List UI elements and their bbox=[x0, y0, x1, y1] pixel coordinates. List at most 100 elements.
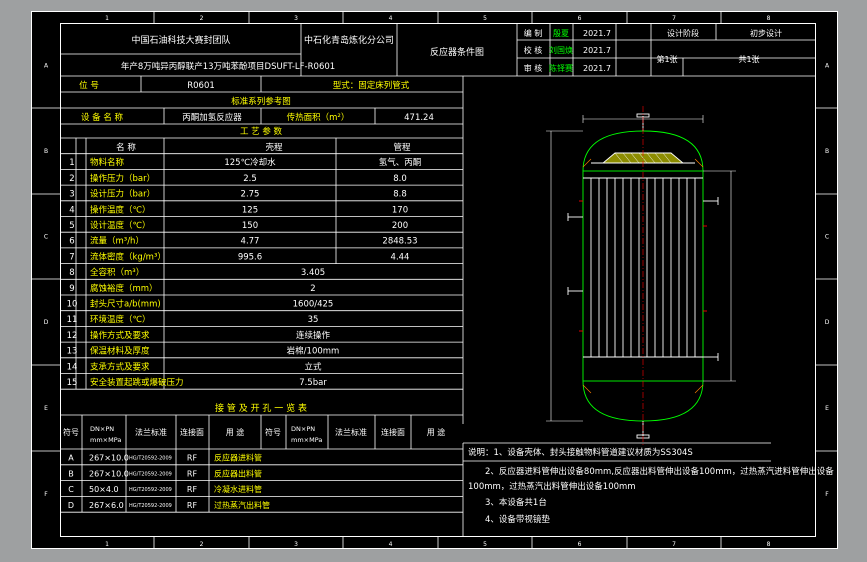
row-label-left: D bbox=[44, 319, 49, 326]
col-label-top: 3 bbox=[294, 15, 298, 22]
nozzle-hdr-use: 用 途 bbox=[226, 427, 245, 437]
row-label-left: E bbox=[44, 405, 48, 412]
spec-row-no: 3 bbox=[69, 190, 74, 200]
nozzle-hdr-code: 符号 bbox=[63, 427, 79, 437]
row-label-left: B bbox=[44, 148, 48, 155]
name-reviewer: 陈铎赛 bbox=[549, 63, 573, 73]
col-label-bottom: 8 bbox=[767, 541, 771, 548]
col-name-header: 名 称 bbox=[116, 142, 136, 153]
spec-row-name: 腐蚀裕度（mm） bbox=[90, 283, 158, 294]
spec-row-no: 14 bbox=[67, 362, 78, 372]
nozzle-hdr-dn-2: DN×PN bbox=[291, 425, 315, 433]
row-label-right: E bbox=[825, 405, 829, 412]
spec-row-name: 流量（m³/h） bbox=[90, 236, 144, 247]
nozzle-dn: 267×10.0 bbox=[89, 469, 129, 478]
row-label-right: D bbox=[825, 319, 830, 326]
nozzle-std: HG/T20592-2009 bbox=[129, 456, 172, 462]
company-name: 中石化青岛炼化分公司 bbox=[304, 34, 394, 46]
nozzle-hdr-unit-2: mm×MPa bbox=[291, 436, 322, 444]
col-label-top: 6 bbox=[578, 15, 582, 22]
nozzle-hdr-dn: DN×PN bbox=[90, 425, 114, 433]
nozzle-code: B bbox=[68, 469, 74, 478]
col-label-bottom: 3 bbox=[294, 541, 298, 548]
nozzle-code: C bbox=[68, 485, 74, 494]
position-label: 位 号 bbox=[79, 80, 99, 91]
note-4: 3、本设备共1台 bbox=[485, 497, 547, 508]
nozzle-hdr-unit: mm×MPa bbox=[90, 436, 121, 444]
spec-row-name: 操作温度（℃） bbox=[90, 204, 151, 215]
note-3: 100mm，过热蒸汽出料管伸出设备100mm bbox=[468, 481, 636, 492]
col-label-bottom: 4 bbox=[389, 541, 393, 548]
col-label-bottom: 1 bbox=[105, 541, 109, 548]
sheet-number: 第1张 bbox=[656, 54, 677, 64]
spec-row-no: 5 bbox=[69, 221, 74, 231]
type-label: 型式：固定床列管式 bbox=[333, 80, 410, 91]
row-label-right: C bbox=[825, 234, 829, 241]
note-1: 说明：1、设备壳体、封头接触物料管道建议材质为SS304S bbox=[468, 447, 693, 458]
nozzle-hdr-std: 法兰标准 bbox=[135, 427, 167, 437]
note-5: 4、设备带视镜垫 bbox=[485, 514, 550, 525]
spec-row-name: 流体密度（kg/m³） bbox=[90, 251, 166, 262]
col-label-bottom: 7 bbox=[672, 541, 676, 548]
spec-row-value: 2 bbox=[310, 284, 315, 294]
nozzle-std: HG/T20592-2009 bbox=[129, 503, 172, 509]
nozzle-face: RF bbox=[187, 485, 198, 494]
reactor-drawing bbox=[546, 106, 736, 446]
spec-row-no: 10 bbox=[67, 300, 78, 310]
col-label-bottom: 2 bbox=[200, 541, 204, 548]
spec-row-name: 全容积（m³） bbox=[90, 267, 144, 278]
spec-rows: 1 物料名称 125℃冷却水 氢气、丙酮 2 操作压力（bar） 2.5 8.0 3 设计压力（b… bbox=[67, 157, 422, 388]
col-label-top: 8 bbox=[767, 15, 771, 22]
spec-row-tube: 2848.53 bbox=[382, 237, 417, 247]
spec-row-name: 封头尺寸a/b(mm) bbox=[90, 299, 161, 310]
spec-row-no: 1 bbox=[69, 158, 74, 168]
nozzle-dn: 267×10.0 bbox=[89, 454, 129, 463]
role-reviewer: 审 核 bbox=[524, 63, 543, 73]
col-label-bottom: 5 bbox=[483, 541, 487, 548]
spec-row-name: 操作方式及要求 bbox=[90, 330, 150, 341]
spec-row-tube: 8.0 bbox=[393, 174, 407, 184]
area-value: 471.24 bbox=[404, 113, 434, 123]
spec-row-tube: 200 bbox=[392, 221, 408, 231]
col-label-bottom: 6 bbox=[578, 541, 582, 548]
spec-row-tube: 4.44 bbox=[391, 252, 410, 262]
drawing-sheet: 1122334455667788AABBCCDDEEFF 中国石油科技大赛封团队… bbox=[31, 11, 838, 549]
spec-row-no: 2 bbox=[69, 174, 74, 184]
stage-label: 设计阶段 bbox=[667, 28, 699, 38]
nozzle-face: RF bbox=[187, 454, 198, 463]
spec-row-value: 35 bbox=[308, 315, 319, 325]
spec-row-tube: 8.8 bbox=[393, 190, 407, 200]
nozzle-dn: 267×6.0 bbox=[89, 501, 124, 510]
spec-row-name: 设计压力（bar） bbox=[90, 189, 155, 200]
spec-row-name: 操作压力（bar） bbox=[90, 173, 155, 184]
nozzle-use: 反应器出料管 bbox=[214, 468, 262, 478]
spec-row-name: 物料名称 bbox=[90, 157, 125, 168]
col-label-top: 4 bbox=[389, 15, 393, 22]
row-label-right: A bbox=[825, 63, 830, 70]
notes: 说明：1、设备壳体、封头接触物料管道建议材质为SS304S 2、反应器进料管伸出… bbox=[468, 447, 834, 525]
cad-drawing: 1122334455667788A AB BC CD DE EF F 中国石油科技大赛封团队… bbox=[31, 11, 838, 549]
nozzle-face: RF bbox=[187, 469, 198, 478]
spec-row-shell: 4.77 bbox=[241, 237, 260, 247]
spec-row-shell: 2.75 bbox=[241, 190, 260, 200]
col-tube-header: 管程 bbox=[393, 142, 411, 153]
nozzle-code: D bbox=[68, 501, 74, 510]
sheet-total: 共1张 bbox=[738, 55, 759, 64]
nozzle-rows: A 267×10.0 HG/T20592-2009 RF 反应器进料管B 267×10.0… bbox=[68, 453, 270, 510]
name-checker: 刘国焕 bbox=[549, 45, 573, 55]
spec-row-name: 设计温度（℃） bbox=[90, 220, 151, 231]
nozzle-table-title: 接 管 及 开 孔 一 览 表 bbox=[215, 402, 307, 414]
nozzle-table-header: 符号 DN×PN mm×MPa 法兰标准 连接面 用 途 符号 DN×PN mm×MPa 法兰标准… bbox=[63, 425, 445, 444]
spec-row-value: 岩棉/100mm bbox=[287, 346, 340, 357]
spec-row-tube: 170 bbox=[392, 205, 408, 215]
col-label-top: 5 bbox=[483, 15, 487, 22]
nozzle-dn: 50×4.0 bbox=[89, 485, 119, 494]
nozzle-use: 反应器进料管 bbox=[214, 453, 262, 463]
nozzle-title: 接 管 及 开 孔 一 览 表 bbox=[215, 402, 307, 414]
spec-row-value: 3.405 bbox=[301, 268, 325, 278]
nozzle-std: HG/T20592-2009 bbox=[129, 487, 172, 493]
row-label-left: C bbox=[44, 234, 48, 241]
section-title: 工 艺 参 数 bbox=[240, 126, 283, 137]
role-checker: 校 核 bbox=[524, 45, 543, 55]
spec-row-no: 12 bbox=[67, 331, 78, 341]
